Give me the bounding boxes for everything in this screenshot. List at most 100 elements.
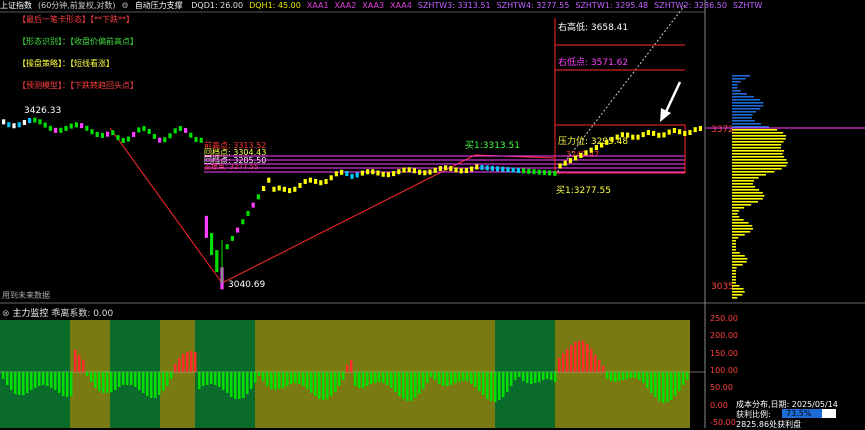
sub-bar: [362, 372, 365, 388]
candle: [485, 165, 489, 171]
sub-bar: [658, 372, 661, 401]
sub-bar: [462, 372, 465, 381]
profile-bar: [732, 99, 761, 101]
indicator-name[interactable]: 自动压力支撑: [135, 1, 183, 10]
sub-bar: [586, 344, 589, 372]
candle: [142, 126, 146, 132]
profile-bar: [732, 78, 746, 80]
candle: [683, 130, 687, 136]
sub-bar: [466, 372, 469, 381]
sub-bar: [274, 372, 277, 390]
candle: [38, 119, 42, 125]
sub-band-4: [195, 320, 255, 428]
candle: [22, 120, 26, 126]
candle: [522, 168, 526, 174]
sub-bar: [314, 372, 317, 396]
sub-panel-title[interactable]: 主力监控: [12, 309, 48, 319]
profile-bar: [732, 165, 787, 167]
sub-axis-tick-1: 200.00: [710, 331, 738, 341]
profile-bar: [732, 225, 753, 227]
sub-bar: [518, 372, 521, 377]
sub-bar: [538, 372, 541, 382]
signal-legend: 【最后一笔卡形态】【**下跌**】 【形态识别】：【收盘价偏前高点】 【操盘策略】：…: [18, 14, 138, 102]
profile-bar: [732, 210, 740, 212]
candle: [641, 132, 645, 138]
sub-bar: [446, 372, 449, 386]
sub-bar: [298, 372, 301, 384]
sub-bar: [190, 351, 193, 372]
candle: [355, 172, 359, 178]
chart-window[interactable]: 上证指数 (60分钟,前复权,对数) ⚙ 自动压力支撑 DQD1: 26.00 DQH1…: [0, 0, 865, 429]
profile-bar: [732, 279, 736, 281]
symbol-title[interactable]: 上证指数: [0, 1, 32, 10]
sub-bar: [78, 355, 81, 372]
sub-bar: [622, 372, 625, 380]
candle: [184, 127, 188, 133]
candle: [314, 178, 318, 184]
profile-bar: [732, 213, 738, 215]
sub-bar: [86, 372, 89, 376]
sub-bar: [154, 372, 157, 398]
candle: [137, 127, 141, 133]
sub-bar: [450, 372, 453, 385]
sub-bar: [326, 372, 329, 399]
profile-bar: [732, 123, 761, 125]
profile-bar: [732, 84, 738, 86]
candle: [303, 179, 307, 185]
gear-icon[interactable]: ⚙: [122, 1, 129, 10]
sub-bar: [502, 372, 505, 397]
candle: [438, 166, 442, 172]
candle: [553, 170, 557, 176]
candle: [147, 128, 151, 134]
sub-bar: [46, 372, 49, 386]
sub-bar: [682, 372, 685, 385]
right-level-label: 右低点: 3571.62: [558, 58, 629, 68]
sub-bar: [582, 341, 585, 372]
candle: [282, 186, 286, 192]
sub-bar: [454, 372, 457, 383]
candle: [158, 137, 162, 143]
candle: [366, 169, 370, 175]
sub-bar: [394, 372, 397, 392]
sub-bar: [186, 352, 189, 372]
candle: [220, 267, 224, 290]
sub-bar: [422, 372, 425, 389]
sub-bar: [294, 372, 297, 383]
candle: [428, 169, 432, 175]
price-tick-3035: 3035: [711, 282, 734, 292]
legend-line-2: 【操盘策略】：【短线看涨】: [18, 59, 114, 68]
candle: [537, 169, 541, 175]
sub-bar: [442, 372, 445, 386]
candle: [392, 171, 396, 177]
sub-bar: [198, 372, 201, 389]
sub-bar: [494, 372, 497, 402]
profile-bar: [732, 171, 775, 173]
candle: [646, 130, 650, 136]
candle: [376, 170, 380, 176]
profile-bar: [732, 183, 753, 185]
sub-band-8: [555, 320, 690, 428]
period-label[interactable]: (60分钟,前复权,对数): [38, 1, 116, 10]
profile-bar: [732, 204, 752, 206]
sub-bar: [470, 372, 473, 384]
sub-panel-header: ⊗ 主力监控 乖离系数: 0.00: [2, 306, 113, 319]
profile-bar: [732, 144, 782, 146]
sub-bar: [350, 360, 353, 372]
sub-bar: [2, 372, 5, 379]
profile-bar: [732, 216, 740, 218]
sub-bar: [106, 372, 109, 393]
candle: [329, 175, 333, 181]
close-icon[interactable]: ⊗: [2, 309, 10, 319]
sub-bar: [590, 349, 593, 372]
candle: [189, 132, 193, 138]
sub-axis-tick-4: 50.00: [710, 383, 733, 393]
sub-bar: [498, 372, 501, 400]
sub-bar: [214, 372, 217, 385]
profile-bar: [732, 174, 766, 176]
sub-bar: [514, 372, 517, 380]
candle: [657, 132, 661, 138]
profile-bar: [732, 153, 783, 155]
sub-bar: [242, 372, 245, 398]
sub-bar: [346, 365, 349, 372]
sub-bar: [254, 372, 257, 383]
